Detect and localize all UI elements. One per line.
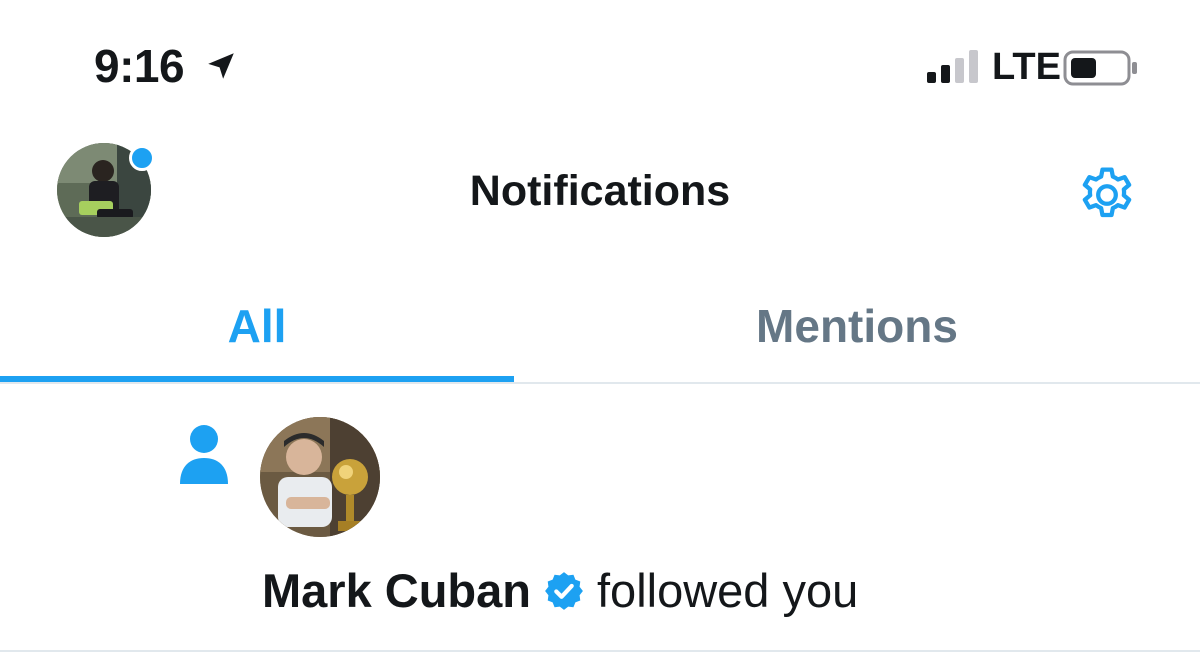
notification-action-text: followed you xyxy=(597,564,859,617)
notifications-screen: 9:16 LTE Notifications All Mentions Mark… xyxy=(0,0,1200,664)
notification-tabs: All Mentions xyxy=(0,270,1200,384)
tab-mentions[interactable]: Mentions xyxy=(514,270,1200,382)
avatar-photo xyxy=(260,417,380,537)
settings-button[interactable] xyxy=(1073,161,1141,229)
page-title: Notifications xyxy=(469,167,731,215)
active-tab-indicator xyxy=(0,376,514,382)
network-label: LTE xyxy=(992,46,1061,88)
location-arrow-icon xyxy=(208,53,234,79)
cellular-signal-icon xyxy=(927,50,978,83)
tab-all[interactable]: All xyxy=(0,270,514,382)
status-time: 9:16 xyxy=(94,40,185,92)
gear-icon xyxy=(1082,167,1132,218)
notification-item[interactable]: Mark Cuban followed you xyxy=(0,384,1200,652)
verified-badge-icon xyxy=(545,572,583,610)
notification-message: Mark Cuban followed you xyxy=(262,562,858,620)
follower-avatar[interactable] xyxy=(260,417,380,537)
user-name-link[interactable]: Mark Cuban xyxy=(262,562,531,620)
follow-person-icon xyxy=(180,425,228,484)
battery-icon xyxy=(1063,50,1137,86)
